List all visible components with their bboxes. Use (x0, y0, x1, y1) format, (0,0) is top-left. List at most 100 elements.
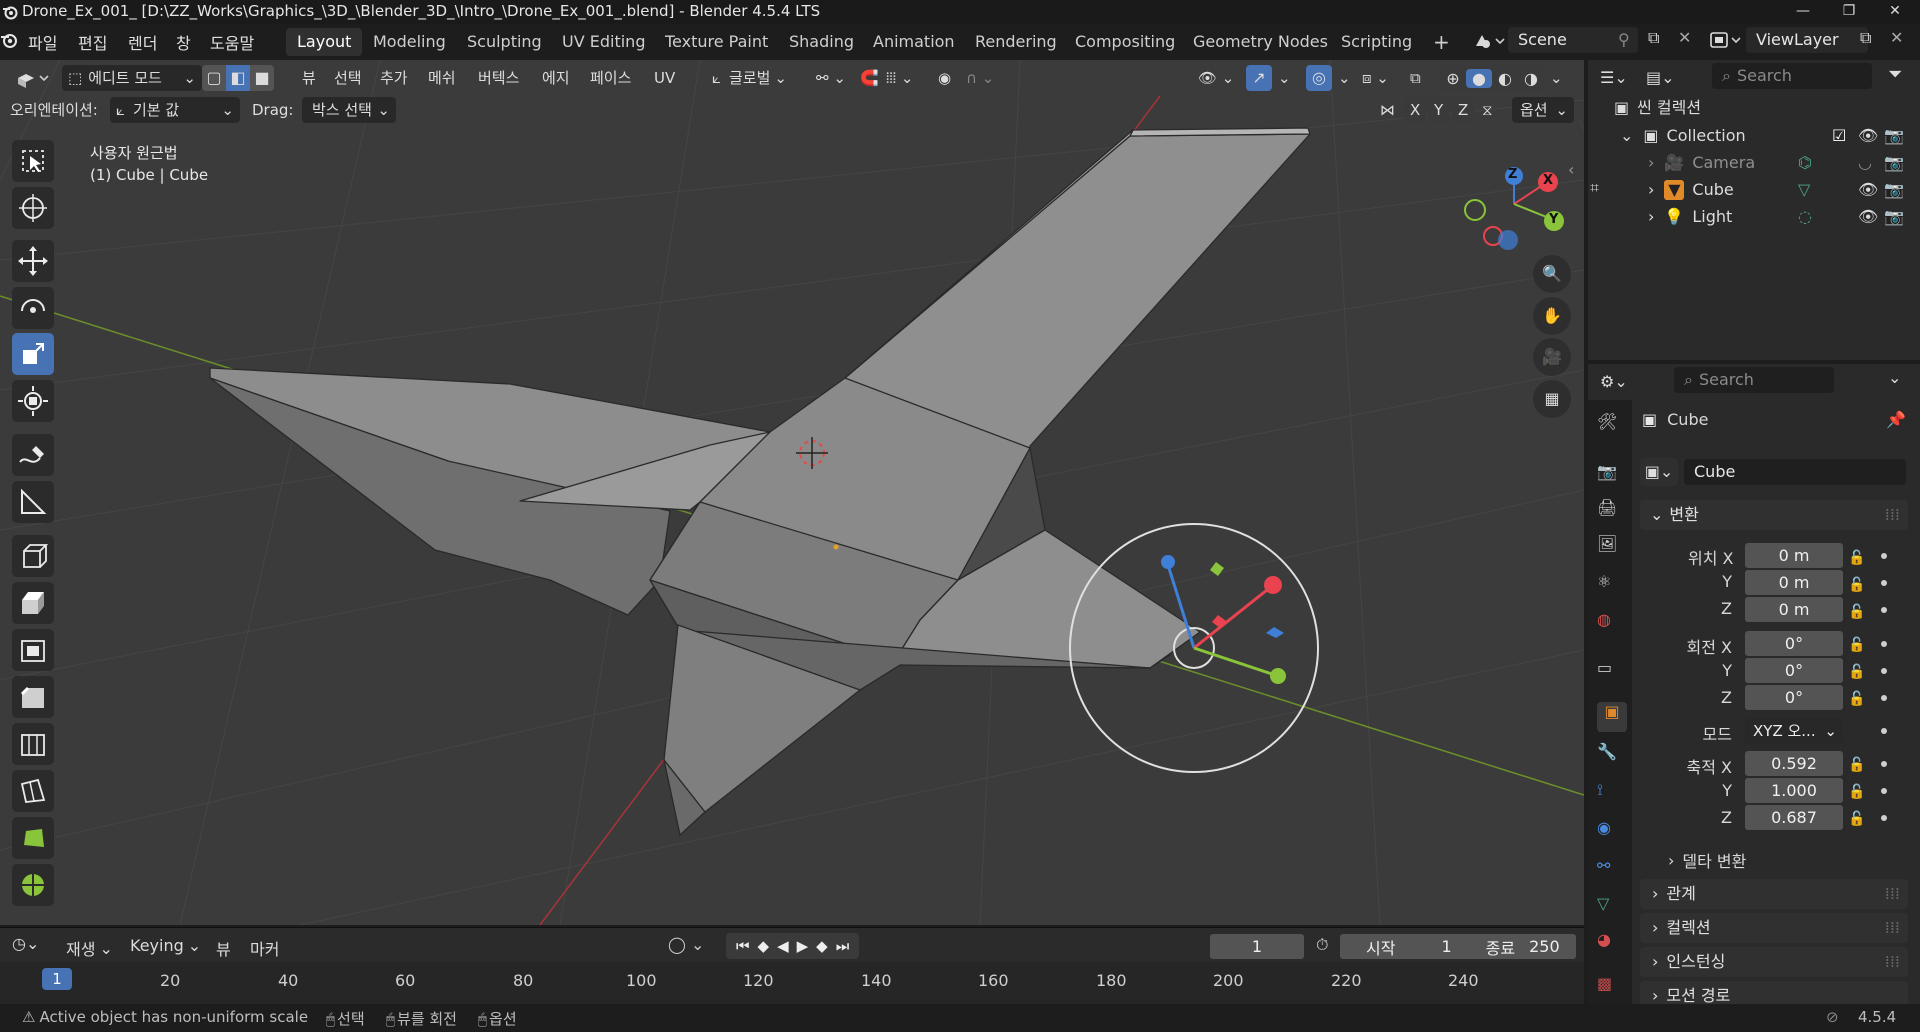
maximize-button[interactable]: ❐ (1826, 0, 1872, 24)
eye-hidden-icon[interactable]: ◡ (1858, 149, 1872, 176)
drag-dropdown[interactable]: 박스 선택 ⌄ (302, 97, 396, 123)
rotation-z-field[interactable]: 0° (1745, 685, 1843, 710)
drag-handle-icon[interactable]: ⁞⁞⁞ (1885, 500, 1900, 530)
face-select-icon[interactable]: ■ (250, 65, 274, 91)
collection-row[interactable]: ⌄ ▣ Collection ☑ 👁 📷 (1620, 122, 1920, 149)
scene-tab-icon[interactable]: ⚛ (1597, 572, 1627, 602)
transform-tool-icon[interactable] (12, 380, 54, 422)
menu-help[interactable]: 도움말 (210, 30, 254, 54)
viewport-menu-view[interactable]: 뷰 (302, 65, 316, 91)
display-mode-icon[interactable]: ▤⌄ (1646, 64, 1686, 92)
chevron-down-icon[interactable]: ⌄ (1888, 368, 1901, 387)
solid-shading-icon[interactable]: ● (1466, 68, 1492, 88)
camera-render-icon[interactable]: 📷 (1884, 203, 1904, 230)
start-frame-field[interactable]: 1 (1441, 937, 1451, 956)
inset-tool-icon[interactable] (12, 629, 54, 671)
scale-tool-icon[interactable] (12, 333, 54, 375)
material-shading-icon[interactable]: ◐ (1492, 69, 1518, 88)
checkbox-icon[interactable]: ☑ (1832, 122, 1846, 149)
play-reverse-icon[interactable]: ◀ (777, 937, 789, 955)
pan-hand-icon[interactable]: ✋ (1533, 297, 1571, 335)
outliner-item-light[interactable]: › 💡 Light ◌ 👁 📷 (1648, 203, 1920, 230)
overlay-toggle-icon[interactable]: ◎ (1306, 65, 1332, 91)
new-viewlayer-icon[interactable]: ⧉ (1860, 28, 1871, 48)
material-tab-icon[interactable]: ◕ (1597, 930, 1627, 960)
camera-render-icon[interactable]: 📷 (1884, 122, 1904, 149)
keyframe-dot-icon[interactable] (1881, 761, 1887, 767)
camera-render-icon[interactable]: 📷 (1884, 176, 1904, 203)
proportional-falloff-icon[interactable]: ∩ ⌄ (966, 65, 994, 91)
outliner-item-cube[interactable]: › ▼ Cube ▽ 👁 📷 (1648, 176, 1920, 203)
particles-tab-icon[interactable]: ⟟ (1597, 780, 1627, 810)
workspace-tab-scripting[interactable]: Scripting (1330, 28, 1423, 56)
proportional-edit-icon[interactable]: ◉ (938, 65, 951, 91)
vertex-select-icon[interactable]: ▢ (202, 65, 226, 91)
data-tab-icon[interactable]: ▽ (1597, 894, 1627, 924)
workspace-tab-shading[interactable]: Shading (778, 28, 865, 56)
delete-scene-icon[interactable]: ✕ (1678, 28, 1691, 47)
viewport-menu-edge[interactable]: 에지 (542, 65, 570, 91)
timeline-view-menu[interactable]: 뷰 (216, 936, 231, 960)
drag-handle-icon[interactable]: ⁞⁞⁞ (1885, 879, 1900, 909)
constraints-tab-icon[interactable]: ⚯ (1597, 856, 1627, 886)
pin-scene-icon[interactable]: ⚲ (1618, 30, 1630, 49)
texture-tab-icon[interactable]: ▩ (1597, 974, 1627, 1004)
viewlayer-selector-icon[interactable] (1708, 28, 1742, 52)
rotation-y-field[interactable]: 0° (1745, 658, 1843, 683)
mirror-z-toggle[interactable]: Z (1452, 97, 1475, 123)
rotation-mode-dropdown[interactable]: XYZ 오... ⌄ (1745, 718, 1843, 743)
viewport-menu-select[interactable]: 선택 (334, 65, 362, 91)
delta-transform-subpanel[interactable]: › 델타 변환 (1668, 848, 1746, 872)
mirror-y-toggle[interactable]: Y (1428, 97, 1450, 123)
properties-search[interactable]: ⌕ Search (1674, 367, 1834, 393)
eye-icon[interactable]: 👁 (1858, 122, 1878, 149)
rotate-tool-icon[interactable] (12, 287, 54, 329)
location-z-field[interactable]: 0 m (1745, 597, 1843, 622)
eye-icon[interactable]: 👁 (1858, 176, 1878, 203)
outliner-item-camera[interactable]: › 🎥 Camera ⌬ ◡ 📷 (1648, 149, 1920, 176)
workspace-tab-modeling[interactable]: Modeling (362, 28, 457, 56)
end-frame-field[interactable]: 250 (1529, 937, 1560, 956)
scale-z-field[interactable]: 0.687 (1745, 805, 1843, 830)
auto-merge-icon[interactable]: ⧖ (1482, 97, 1493, 123)
play-icon[interactable]: ▶ (797, 937, 809, 955)
workspace-tab-layout[interactable]: Layout (286, 28, 363, 56)
lock-icons-location[interactable]: 🔓 🔓 🔓 (1848, 545, 1865, 626)
loop-cut-tool-icon[interactable] (12, 723, 54, 765)
minimize-button[interactable]: — (1780, 0, 1826, 24)
snap-increment-icon[interactable]: ⦙⦙⦙ ⌄ (886, 65, 913, 91)
motion-path-section-header[interactable]: › 모션 경로 (1640, 981, 1908, 1004)
move-tool-icon[interactable] (12, 240, 54, 282)
mesh-edit-overlay-icon[interactable]: ⧈ ⌄ (1362, 65, 1389, 91)
camera-view-icon[interactable]: 🎥 (1533, 338, 1571, 376)
perspective-grid-icon[interactable]: ▦ (1533, 380, 1571, 418)
mirror-icon[interactable]: ⋈ (1380, 97, 1395, 123)
physics-tab-icon[interactable]: ◉ (1597, 818, 1627, 848)
keyframe-dot-icon[interactable] (1881, 695, 1887, 701)
drag-handle-icon[interactable]: ⁞⁞⁞ (1885, 913, 1900, 943)
chevron-down-icon[interactable]: ⌄ (1338, 65, 1351, 91)
transform-section-header[interactable]: ⌄ 변환 ⁞⁞⁞ (1640, 500, 1908, 530)
object-tab-icon[interactable]: ▣ (1597, 702, 1627, 732)
keying-menu[interactable]: Keying ⌄ (130, 936, 201, 955)
gizmo-toggle-icon[interactable]: ↗ (1246, 65, 1272, 91)
pivot-point-icon[interactable]: ⚯ ⌄ (816, 65, 846, 91)
edge-select-icon[interactable]: ◧ (226, 65, 250, 91)
cursor-tool-icon[interactable] (12, 187, 54, 229)
3d-viewport[interactable]: ⬚ 에디트 모드 ⌄ ▢ ◧ ■ 뷰 선택 추가 메쉬 버텍스 에지 페이스 U… (0, 60, 1584, 925)
location-y-field[interactable]: 0 m (1745, 570, 1843, 595)
keyframe-dot-icon[interactable] (1881, 668, 1887, 674)
collections-section-header[interactable]: › 컬렉션 ⁞⁞⁞ (1640, 913, 1908, 943)
rendered-shading-icon[interactable]: ◑ (1518, 69, 1544, 88)
outliner-search[interactable]: ⌕ Search (1712, 63, 1872, 89)
workspace-tab-compositing[interactable]: Compositing (1064, 28, 1186, 56)
workspace-tab-animation[interactable]: Animation (862, 28, 966, 56)
current-frame-field[interactable]: 1 (1210, 934, 1304, 959)
output-tab-icon[interactable]: 🖨 (1597, 498, 1627, 528)
viewport-menu-uv[interactable]: UV (654, 65, 675, 91)
world-tab-icon[interactable]: ◍ (1597, 610, 1627, 640)
workspace-tab-texture-paint[interactable]: Texture Paint (654, 28, 779, 56)
select-box-tool-icon[interactable] (12, 140, 54, 182)
bevel-tool-icon[interactable] (12, 676, 54, 718)
stopwatch-icon[interactable]: ⏱ (1316, 935, 1328, 955)
